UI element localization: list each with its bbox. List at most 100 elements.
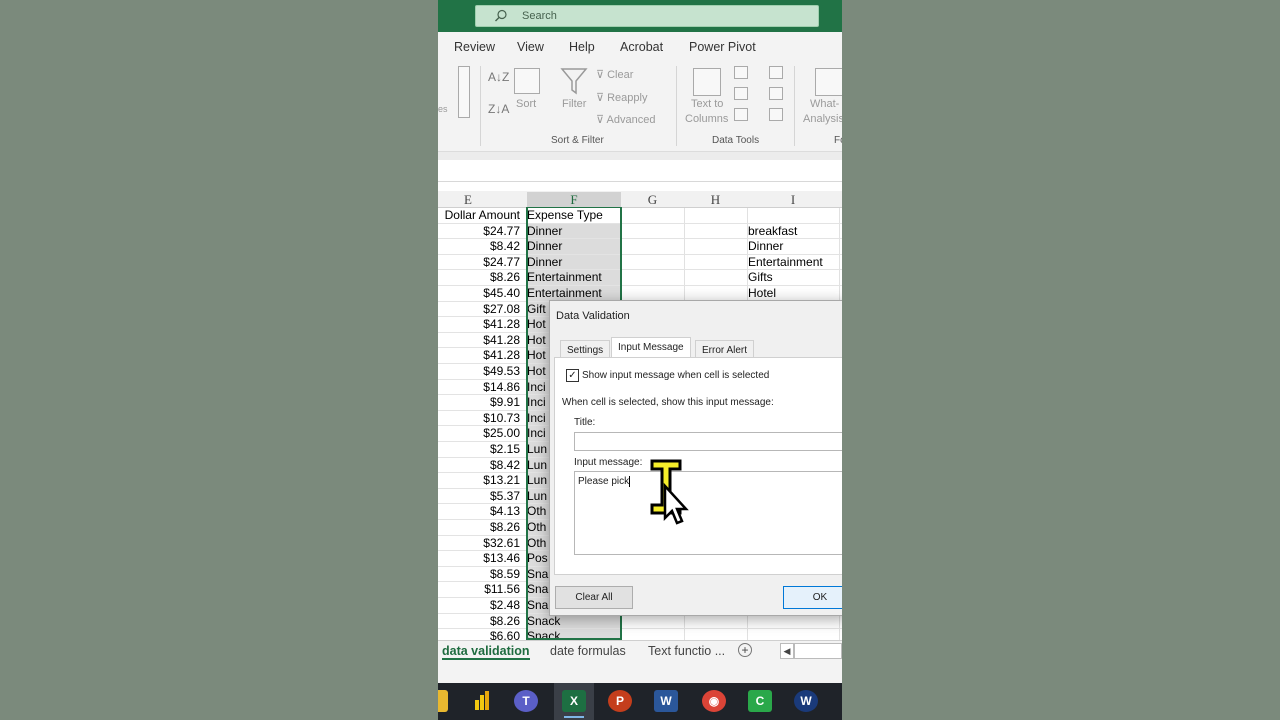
cell-header-e[interactable]: Dollar Amount [438, 208, 520, 222]
table-row[interactable]: Dollar Amount Expense Type [438, 208, 842, 224]
powerpoint-icon[interactable]: P [608, 690, 632, 712]
checkbox-label[interactable]: Show input message when cell is selected [582, 370, 769, 381]
tab-error-alert[interactable]: Error Alert [695, 340, 755, 358]
col-header-i[interactable]: I [747, 192, 839, 208]
what-if-analysis-icon[interactable] [815, 68, 842, 96]
text-to-columns-line1[interactable]: Text to [691, 98, 723, 110]
sort-icon[interactable] [514, 68, 540, 94]
sort-az-icon[interactable]: A↓Z [488, 70, 509, 84]
cell-e[interactable]: $8.26 [438, 270, 520, 284]
filter-icon[interactable] [560, 66, 588, 96]
filter-button[interactable]: Filter [562, 98, 586, 110]
table-row[interactable]: $8.26 Entertainment Gifts [438, 270, 842, 286]
sheet-tab-text-functions[interactable]: Text functio ... [648, 644, 725, 658]
text-cursor-icon [650, 459, 689, 525]
cell-i[interactable]: Gifts [748, 270, 840, 284]
what-if-line2[interactable]: Analysis [803, 113, 842, 125]
cell-e[interactable]: $2.15 [438, 442, 520, 456]
table-row[interactable]: $24.77 Dinner Entertainment [438, 255, 842, 271]
webex-icon[interactable]: W [794, 690, 818, 712]
cell-e[interactable]: $13.46 [438, 551, 520, 565]
tab-power-pivot[interactable]: Power Pivot [689, 40, 756, 54]
cell-e[interactable]: $41.28 [438, 317, 520, 331]
cell-e[interactable]: $27.08 [438, 302, 520, 316]
excel-icon[interactable]: X [562, 690, 586, 712]
cell-e[interactable]: $14.86 [438, 380, 520, 394]
tab-view[interactable]: View [517, 40, 544, 54]
ribbon-gap [438, 152, 842, 160]
cell-e[interactable]: $32.61 [438, 536, 520, 550]
tab-input-message[interactable]: Input Message [611, 337, 691, 358]
cell-e[interactable]: $9.91 [438, 395, 520, 409]
power-bi-icon[interactable] [470, 690, 494, 712]
tab-acrobat[interactable]: Acrobat [620, 40, 663, 54]
file-explorer-icon[interactable] [438, 690, 448, 712]
consolidate-icon[interactable] [769, 66, 783, 79]
cell-e[interactable]: $2.48 [438, 598, 520, 612]
table-row[interactable]: $24.77 Dinner breakfast [438, 224, 842, 240]
cell-e[interactable]: $13.21 [438, 473, 520, 487]
show-message-checkbox[interactable]: ✓ [566, 369, 579, 382]
cell-e[interactable]: $8.59 [438, 567, 520, 581]
scroll-gallery-icon[interactable] [458, 66, 470, 118]
text-to-columns-line2[interactable]: Columns [685, 113, 728, 125]
cell-e[interactable]: $24.77 [438, 224, 520, 238]
word-icon[interactable]: W [654, 690, 678, 712]
sheet-tab-date-formulas[interactable]: date formulas [550, 644, 626, 658]
camtasia-icon[interactable]: C [748, 690, 772, 712]
advanced-button[interactable]: ⊽ Advanced [596, 113, 655, 126]
input-message-field[interactable]: Please pick [574, 471, 854, 555]
sheet-tab-data-validation[interactable]: data validation [442, 644, 530, 660]
scroll-left-icon[interactable]: ◀ [780, 643, 794, 659]
cell-e[interactable]: $8.42 [438, 239, 520, 253]
remove-duplicates-icon[interactable] [734, 87, 748, 100]
cell-e[interactable]: $4.13 [438, 504, 520, 518]
what-if-line1[interactable]: What- [810, 98, 839, 110]
cell-i[interactable]: Entertainment [748, 255, 840, 269]
data-validation-dialog: Data Validation Settings Input Message E… [549, 300, 857, 616]
reapply-button[interactable]: ⊽ Reapply [596, 91, 647, 104]
tab-review[interactable]: Review [454, 40, 495, 54]
col-header-g[interactable]: G [621, 192, 684, 208]
col-header-e[interactable]: E [438, 192, 498, 208]
cell-e[interactable]: $49.53 [438, 364, 520, 378]
input-message-label: Input message: [574, 457, 643, 468]
title-field[interactable] [574, 432, 854, 451]
table-row[interactable]: $8.42 Dinner Dinner [438, 239, 842, 255]
manage-data-model-icon[interactable] [769, 108, 783, 121]
cell-e[interactable]: $25.00 [438, 426, 520, 440]
add-sheet-icon[interactable]: + [738, 643, 752, 657]
flash-fill-icon[interactable] [734, 66, 748, 79]
clear-filter-button[interactable]: ⊽ Clear [596, 68, 633, 81]
text-to-columns-icon[interactable] [693, 68, 721, 96]
cell-e[interactable]: $8.26 [438, 614, 520, 628]
clear-all-button[interactable]: Clear All [555, 586, 633, 609]
data-validation-icon[interactable] [734, 108, 748, 121]
cell-e[interactable]: $24.77 [438, 255, 520, 269]
tab-help[interactable]: Help [569, 40, 595, 54]
cell-e[interactable]: $41.28 [438, 333, 520, 347]
sort-za-icon[interactable]: Z↓A [488, 102, 509, 116]
formula-bar[interactable] [438, 160, 842, 182]
cell-e[interactable]: $45.40 [438, 286, 520, 300]
teams-icon[interactable]: T [514, 690, 538, 712]
cell-e[interactable]: $11.56 [438, 582, 520, 596]
cell-e[interactable]: $41.28 [438, 348, 520, 362]
tab-settings[interactable]: Settings [560, 340, 611, 358]
cell-i[interactable]: Dinner [748, 239, 840, 253]
search-box[interactable]: Search [475, 5, 819, 27]
cell-e[interactable]: $10.73 [438, 411, 520, 425]
relationships-icon[interactable] [769, 87, 783, 100]
horizontal-scrollbar[interactable] [794, 643, 842, 659]
sort-button[interactable]: Sort [516, 98, 536, 110]
chrome-icon[interactable]: ◉ [702, 690, 726, 712]
cell-e[interactable]: $8.42 [438, 458, 520, 472]
cell-i[interactable]: Hotel [748, 286, 840, 300]
active-indicator [564, 716, 584, 718]
cell-i[interactable]: breakfast [748, 224, 840, 238]
video-side-left [0, 0, 438, 720]
col-header-h[interactable]: H [684, 192, 747, 208]
cell-e[interactable]: $8.26 [438, 520, 520, 534]
advanced-icon: ⊽ [596, 114, 607, 126]
cell-e[interactable]: $5.37 [438, 489, 520, 503]
